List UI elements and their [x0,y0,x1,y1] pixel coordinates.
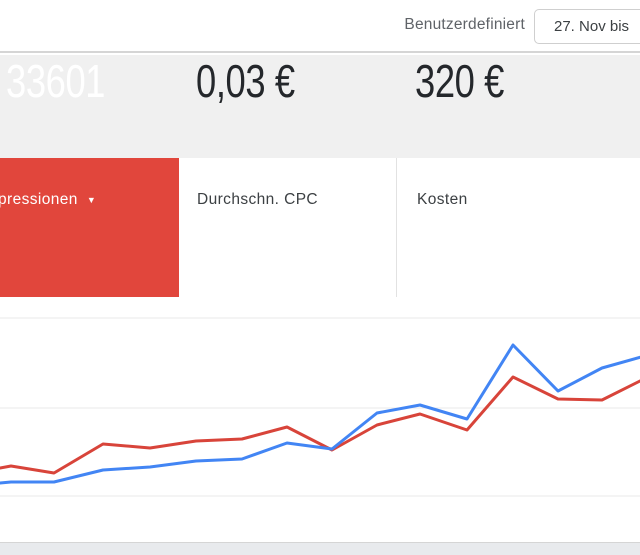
scorecard-cost-label: Kosten [417,191,468,208]
bottom-strip [0,542,640,555]
date-range-button-label: 27. Nov bis [554,18,630,35]
performance-chart[interactable] [0,297,640,542]
date-range-type-label: Benutzerdefiniert [404,16,525,33]
scorecard-strip: pressionen ▼ 33601 Durchschn. CPC 0,03 €… [0,56,640,297]
scorecard-impressions-label: pressionen [0,191,78,208]
scorecard-impressions-value: 33601 [6,55,106,107]
date-range-bar: Benutzerdefiniert 27. Nov bis [0,0,640,53]
scorecard-avg-cpc-label: Durchschn. CPC [197,191,319,208]
performance-chart-canvas[interactable] [0,297,640,542]
blue-line [0,343,640,485]
red-line [0,375,640,475]
scorecard-impressions[interactable]: pressionen ▼ 33601 [0,56,179,297]
chevron-down-icon[interactable]: ▼ [87,195,96,205]
scorecard-avg-cpc-value: 0,03 € [196,55,295,107]
scorecard-cost-value: 320 € [415,55,504,107]
date-range-button[interactable]: 27. Nov bis [534,9,640,44]
scorecard-cost[interactable]: Kosten 320 € [396,56,640,297]
scorecard-avg-cpc[interactable]: Durchschn. CPC 0,03 € [179,56,396,297]
